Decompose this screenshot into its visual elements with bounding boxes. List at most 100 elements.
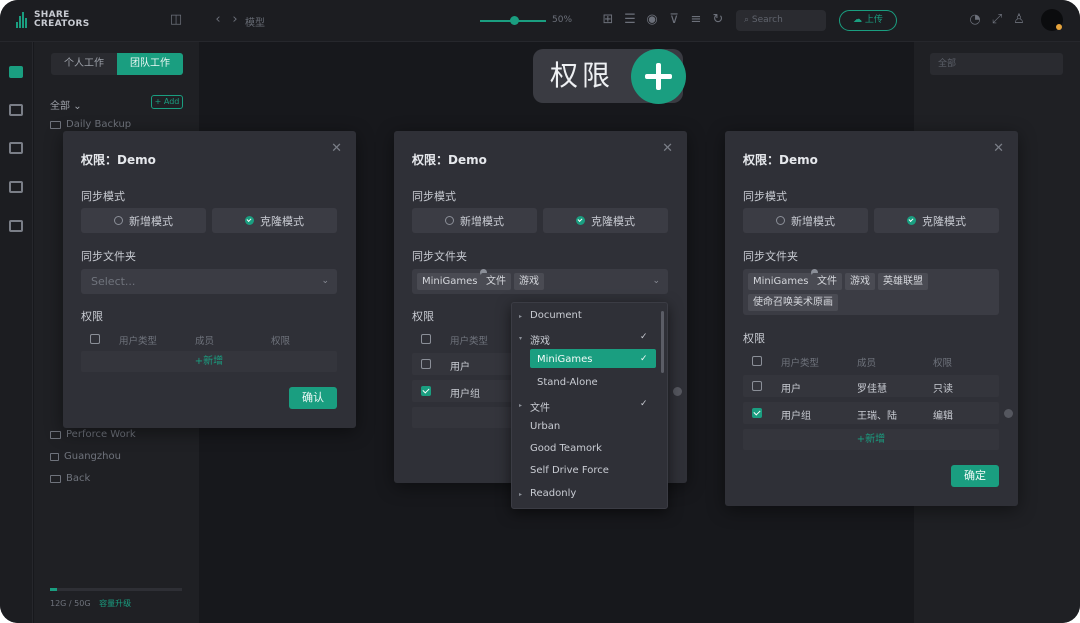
dropdown-option[interactable]: MiniGames xyxy=(537,354,593,365)
right-filter-input[interactable]: 全部 xyxy=(930,53,1063,75)
bell-icon[interactable]: ◔ xyxy=(967,12,983,28)
toolbox-icon[interactable] xyxy=(9,220,23,232)
col-permission: 权限 xyxy=(271,336,291,347)
permission-label: 权限 xyxy=(81,310,103,323)
folder-tag[interactable]: 文件 xyxy=(812,273,842,290)
sync-folder-label: 同步文件夹 xyxy=(743,250,798,263)
tree-expand-icon[interactable]: ▾ xyxy=(519,335,522,342)
sidebar-toggle-icon[interactable]: ◫ xyxy=(168,12,184,28)
sidebar-item-daily-backup[interactable]: Daily Backup xyxy=(50,119,131,130)
check-icon: ✓ xyxy=(640,332,648,343)
close-icon[interactable]: ✕ xyxy=(993,141,1004,156)
sidebar-item-label: Guangzhou xyxy=(64,451,121,462)
folder-tag[interactable]: MiniGames xyxy=(748,269,818,290)
tree-expand-icon[interactable]: ▸ xyxy=(519,402,522,409)
add-folder-button[interactable]: + Add xyxy=(151,95,183,109)
folder-tag[interactable]: MiniGames xyxy=(417,269,487,290)
dropdown-option[interactable]: Good Teamork xyxy=(530,443,602,454)
mode-new-option[interactable]: 新增模式 xyxy=(743,208,868,233)
mode-clone-option[interactable]: 克隆模式 xyxy=(212,208,337,233)
mode-clone-option[interactable]: 克隆模式 xyxy=(543,208,668,233)
col-member: 成员 xyxy=(857,358,877,369)
filter-icon[interactable]: ⊽ xyxy=(666,12,682,28)
sync-folder-label: 同步文件夹 xyxy=(412,250,467,263)
search-placeholder: Search xyxy=(751,15,783,25)
tab-personal[interactable]: 个人工作 xyxy=(51,53,117,75)
row-remove-icon[interactable] xyxy=(1004,409,1013,418)
folder-tag[interactable]: 游戏 xyxy=(514,273,544,290)
tab-team[interactable]: 团队工作 xyxy=(117,53,183,75)
dropdown-option[interactable]: Stand-Alone xyxy=(537,377,598,388)
user-icon[interactable]: ♙ xyxy=(1011,12,1027,28)
folder-select[interactable]: Select... ⌄ xyxy=(81,269,337,294)
confirm-button[interactable]: 确认 xyxy=(289,387,337,409)
mode-clone-option[interactable]: 克隆模式 xyxy=(874,208,999,233)
sync-mode-label: 同步模式 xyxy=(412,190,456,203)
sidebar-item-guangzhou[interactable]: Guangzhou xyxy=(50,451,121,462)
quota-bar-fill xyxy=(50,588,57,591)
document-icon[interactable] xyxy=(9,104,23,116)
select-all-checkbox[interactable] xyxy=(421,334,431,344)
select-all-checkbox[interactable] xyxy=(90,334,100,344)
dropdown-option[interactable]: 游戏 xyxy=(530,332,550,347)
refresh-icon[interactable]: ↻ xyxy=(710,12,726,28)
close-icon[interactable]: ✕ xyxy=(662,141,673,156)
dropdown-option[interactable]: 文件 xyxy=(530,399,550,414)
folder-tag[interactable]: 英雄联盟 xyxy=(878,273,928,290)
row-checkbox-checked[interactable] xyxy=(752,408,762,418)
col-user-type: 用户类型 xyxy=(119,336,158,347)
tree-expand-icon[interactable]: ▸ xyxy=(519,313,522,320)
mode-new-option[interactable]: 新增模式 xyxy=(412,208,537,233)
list-view-icon[interactable]: ☰ xyxy=(622,12,638,28)
dropdown-option[interactable]: Readonly xyxy=(530,488,576,499)
folder-tag[interactable]: 使命召唤美术原画 xyxy=(748,294,838,311)
row-checkbox[interactable] xyxy=(752,381,762,391)
breadcrumb[interactable]: 模型 xyxy=(245,14,265,29)
check-icon: ✓ xyxy=(640,398,648,409)
mode-new-option[interactable]: 新增模式 xyxy=(81,208,206,233)
quota-upgrade-link[interactable]: 容量升级 xyxy=(99,599,131,608)
sidebar-item-back[interactable]: Back xyxy=(50,473,90,484)
logo-line2: CREATORS xyxy=(34,19,90,29)
monitor-icon[interactable] xyxy=(9,181,23,193)
add-row-button[interactable]: +新增 xyxy=(81,351,337,372)
top-bar: SHARE CREATORS ◫ ‹ › 模型 50% ⊞ ☰ ◉ ⊽ ≡ ↻ … xyxy=(0,0,1080,42)
row-checkbox-checked[interactable] xyxy=(421,386,431,396)
dropdown-scrollbar[interactable] xyxy=(661,311,664,373)
plus-icon xyxy=(631,49,686,104)
check-icon: ✓ xyxy=(640,354,648,365)
forward-icon[interactable]: › xyxy=(227,12,243,28)
row-remove-icon[interactable] xyxy=(673,387,682,396)
sidebar-item-perforce-work[interactable]: Perforce Work xyxy=(50,429,136,440)
close-icon[interactable]: ✕ xyxy=(331,141,342,156)
dropdown-option[interactable]: Document xyxy=(530,310,582,321)
sync-mode-label: 同步模式 xyxy=(743,190,787,203)
confirm-button[interactable]: 确定 xyxy=(951,465,999,487)
files-icon[interactable] xyxy=(9,66,23,78)
sort-icon[interactable]: ≡ xyxy=(688,12,704,28)
radio-icon xyxy=(776,216,785,225)
select-all-checkbox[interactable] xyxy=(752,356,762,366)
briefcase-icon[interactable] xyxy=(9,142,23,154)
folder-tag[interactable]: 文件 xyxy=(481,273,511,290)
filter-all-dropdown[interactable]: 全部 ⌄ xyxy=(50,97,82,112)
permission-cell[interactable]: 只读 xyxy=(933,380,953,395)
dropdown-option[interactable]: Self Drive Force xyxy=(530,465,609,476)
permission-cell[interactable]: 编辑 xyxy=(933,407,953,422)
mode-new-label: 新增模式 xyxy=(791,214,835,228)
search-icon: ⌕ xyxy=(744,15,752,25)
folder-icon xyxy=(50,430,61,439)
search-input[interactable]: ⌕ Search xyxy=(736,10,826,31)
tree-expand-icon[interactable]: ▸ xyxy=(519,491,522,498)
add-row-button[interactable]: +新增 xyxy=(743,429,999,450)
tag-label: MiniGames xyxy=(753,276,809,287)
row-checkbox[interactable] xyxy=(421,359,431,369)
dropdown-option[interactable]: Urban xyxy=(530,421,560,432)
fullscreen-icon[interactable]: ⤢ xyxy=(989,12,1005,28)
upload-button[interactable]: ☁ 上传 xyxy=(839,10,897,31)
preview-icon[interactable]: ◉ xyxy=(644,12,660,28)
back-icon[interactable]: ‹ xyxy=(210,12,226,28)
zoom-slider-handle[interactable] xyxy=(510,16,519,25)
folder-tag[interactable]: 游戏 xyxy=(845,273,875,290)
grid-view-icon[interactable]: ⊞ xyxy=(600,12,616,28)
